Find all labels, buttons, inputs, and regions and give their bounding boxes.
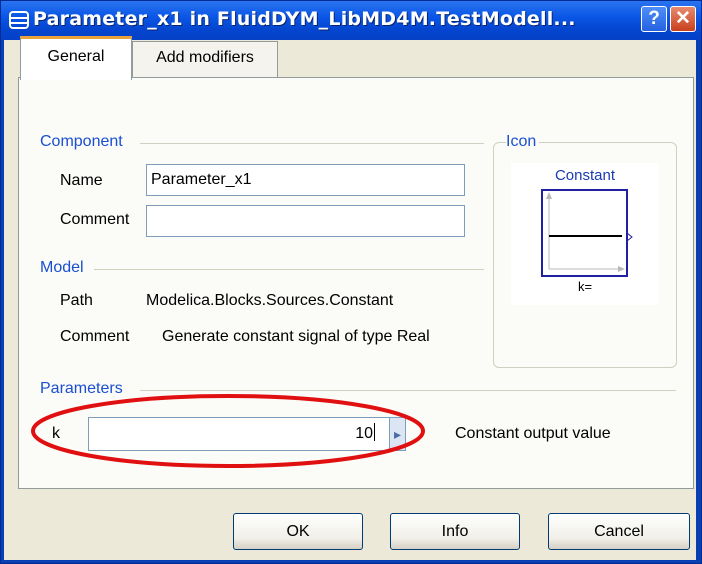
cancel-button[interactable]: Cancel [548,513,690,550]
highlight-ellipse [31,394,425,468]
tab-general[interactable]: General [20,36,132,80]
ok-button[interactable]: OK [233,513,363,550]
info-button[interactable]: Info [390,513,520,550]
